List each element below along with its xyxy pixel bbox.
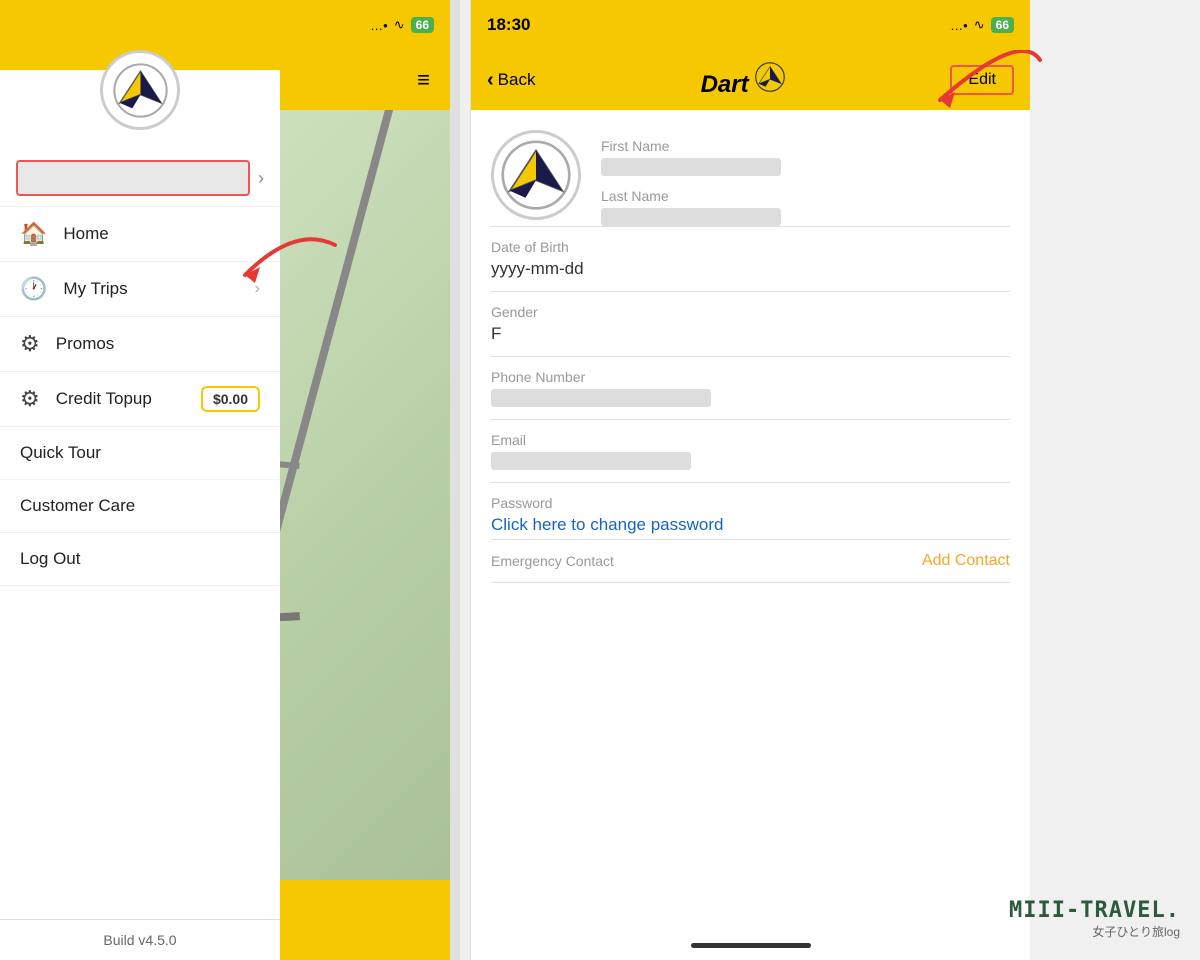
dob-value: yyyy-mm-dd: [491, 259, 1010, 287]
credit-badge: $0.00: [201, 386, 260, 412]
sidebar-avatar-area: [0, 70, 280, 140]
gender-label: Gender: [491, 304, 1010, 320]
signal-icon: …•: [370, 18, 388, 33]
right-status-icons: …• ∿ 66: [950, 17, 1014, 33]
back-chevron-icon: ‹: [487, 69, 494, 92]
sidebar-home-label: Home: [63, 224, 260, 244]
first-name-bar: [601, 158, 781, 176]
right-wifi-icon: ∿: [974, 17, 985, 33]
sidebar-logo-icon: [113, 63, 168, 118]
right-dart-logo: Dart: [701, 62, 786, 99]
sidebar-item-promos[interactable]: ⚙ Promos: [0, 317, 280, 372]
sidebar-credit-label: Credit Topup: [56, 389, 201, 409]
promos-icon: ⚙: [20, 331, 40, 357]
gender-value: F: [491, 324, 1010, 352]
panel-divider: [450, 0, 460, 960]
email-section: Email: [471, 420, 1030, 482]
right-logo-icon: [755, 62, 785, 92]
password-section: Password Click here to change password: [471, 483, 1030, 539]
sidebar-item-home[interactable]: 🏠 Home: [0, 207, 280, 262]
dob-label: Date of Birth: [491, 239, 1010, 255]
phone-section: Phone Number: [471, 357, 1030, 419]
email-label: Email: [491, 432, 1010, 448]
profile-content: First Name Last Name Date of Birth yyyy-…: [471, 110, 1030, 930]
phone-label: Phone Number: [491, 369, 1010, 385]
right-battery-badge: 66: [991, 17, 1014, 33]
last-name-label: Last Name: [601, 188, 1010, 204]
sidebar-item-log-out[interactable]: Log Out: [0, 533, 280, 586]
sidebar-item-quick-tour[interactable]: Quick Tour: [0, 427, 280, 480]
watermark-sub: 女子ひとり旅log: [1009, 923, 1180, 940]
home-icon: 🏠: [20, 221, 47, 247]
right-signal-icon: …•: [950, 18, 968, 33]
sidebar-promos-label: Promos: [56, 334, 260, 354]
sidebar-menu: 🏠 Home 🕐 My Trips › ⚙ Promos ⚙ Credit To…: [0, 207, 280, 919]
trips-icon: 🕐: [20, 276, 47, 302]
sidebar-name-row[interactable]: ›: [0, 150, 280, 207]
divider-7: [491, 582, 1010, 583]
battery-badge: 66: [411, 17, 434, 33]
back-button[interactable]: ‹ Back: [487, 69, 535, 92]
home-indicator: [691, 943, 811, 948]
emergency-contact-section: Emergency Contact Add Contact: [471, 540, 1030, 582]
sidebar-name-input[interactable]: [16, 160, 250, 196]
sidebar-name-chevron: ›: [258, 168, 264, 189]
hamburger-icon[interactable]: ≡: [417, 67, 430, 93]
email-value-bar: [491, 452, 691, 470]
dob-section: Date of Birth yyyy-mm-dd: [471, 227, 1030, 291]
build-version: Build v4.5.0: [0, 919, 280, 960]
password-label: Password: [491, 495, 1010, 511]
gender-section: Gender F: [471, 292, 1030, 356]
left-status-icons: …• ∿ 66: [370, 17, 434, 33]
profile-avatar: [491, 130, 581, 220]
add-contact-button[interactable]: Add Contact: [922, 552, 1010, 570]
profile-avatar-icon: [501, 140, 571, 210]
sidebar-avatar: [100, 50, 180, 130]
profile-header-row: First Name Last Name: [471, 110, 1030, 226]
sidebar-item-my-trips[interactable]: 🕐 My Trips ›: [0, 262, 280, 317]
last-name-bar: [601, 208, 781, 226]
sidebar-trips-label: My Trips: [63, 279, 254, 299]
watermark-main: MIII-TRAVEL.: [1009, 898, 1180, 923]
credit-icon: ⚙: [20, 386, 40, 412]
wifi-icon: ∿: [394, 17, 405, 33]
first-name-label: First Name: [601, 138, 1010, 154]
profile-name-fields: First Name Last Name: [601, 130, 1010, 226]
right-time: 18:30: [487, 15, 530, 35]
sidebar-drawer: › 🏠 Home 🕐 My Trips › ⚙ Promos ⚙ Credit …: [0, 0, 280, 960]
right-status-bar: 18:30 …• ∿ 66: [471, 0, 1030, 50]
password-change-link[interactable]: Click here to change password: [491, 515, 1010, 535]
watermark: MIII-TRAVEL. 女子ひとり旅log: [1009, 898, 1180, 940]
bottom-indicator: [471, 930, 1030, 960]
sidebar-item-credit-topup[interactable]: ⚙ Credit Topup $0.00: [0, 372, 280, 427]
right-panel: 18:30 …• ∿ 66 ‹ Back Dart Edit: [470, 0, 1030, 960]
emergency-label: Emergency Contact: [491, 553, 614, 569]
trips-chevron: ›: [255, 280, 260, 298]
left-panel: 18:29 …• ∿ 66 Dart ≡ ●●●●●● Se: [0, 0, 450, 960]
right-header: ‹ Back Dart Edit: [471, 50, 1030, 110]
edit-button[interactable]: Edit: [950, 65, 1014, 95]
sidebar-item-customer-care[interactable]: Customer Care: [0, 480, 280, 533]
phone-value-bar: [491, 389, 711, 407]
back-label: Back: [498, 70, 536, 90]
